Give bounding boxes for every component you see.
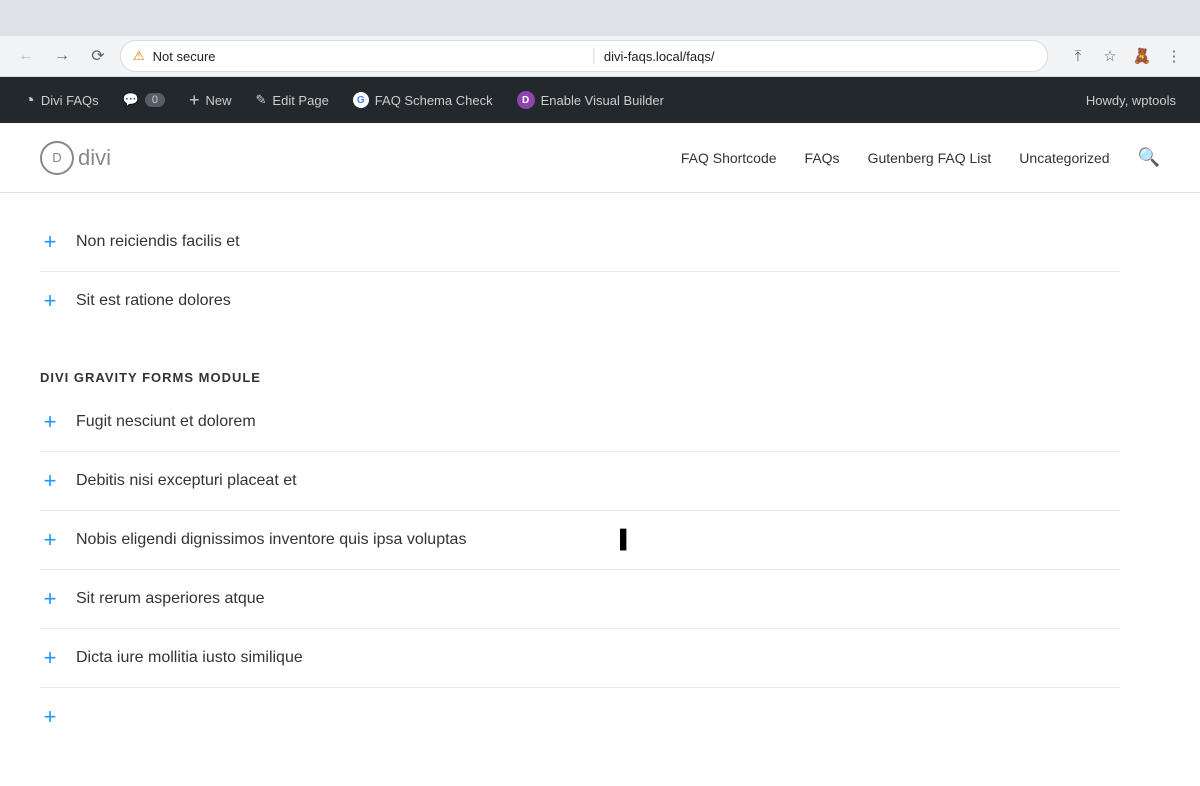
divi-icon: D: [517, 91, 535, 109]
expand-icon: +: [40, 470, 60, 492]
comments-icon: 💬: [123, 92, 139, 108]
plus-new-icon: +: [189, 90, 200, 111]
not-secure-label: Not secure: [153, 49, 584, 64]
url-display: divi-faqs.local/faqs/: [604, 49, 1035, 64]
top-faq-list: + Non reiciendis facilis et + Sit est ra…: [40, 213, 1120, 330]
edit-icon: ✎: [256, 92, 267, 108]
section-heading: DIVI GRAVITY FORMS MODULE: [40, 370, 1120, 385]
expand-icon: +: [40, 588, 60, 610]
admin-bar-faq-schema[interactable]: G FAQ Schema Check: [341, 77, 505, 123]
nav-faqs[interactable]: FAQs: [805, 150, 840, 166]
faq-item[interactable]: + Sit rerum asperiores atque: [40, 570, 1120, 629]
admin-bar-new[interactable]: + New: [177, 77, 244, 123]
tab-bar: [0, 0, 1200, 36]
security-icon: ⚠: [133, 48, 145, 64]
browser-controls: ← → ⟳ ⚠ Not secure | divi-faqs.local/faq…: [0, 36, 1200, 76]
search-button[interactable]: 🔍: [1138, 147, 1160, 168]
browser-chrome: ← → ⟳ ⚠ Not secure | divi-faqs.local/faq…: [0, 0, 1200, 77]
faq-item[interactable]: + Fugit nesciunt et dolorem: [40, 393, 1120, 452]
main-faq-list: + Fugit nesciunt et dolorem + Debitis ni…: [40, 393, 1120, 746]
faq-title: Dicta iure mollitia iusto similique: [76, 649, 303, 667]
nav-faq-shortcode[interactable]: FAQ Shortcode: [681, 150, 777, 166]
faq-item[interactable]: + Debitis nisi excepturi placeat et: [40, 452, 1120, 511]
wp-admin-bar: ◔ Divi FAQs 💬 0 + New ✎ Edit Page G FAQ …: [0, 77, 1200, 123]
faq-title: Nobis eligendi dignissimos inventore qui…: [76, 531, 466, 549]
reload-button[interactable]: ⟳: [84, 42, 112, 70]
expand-icon: +: [40, 706, 60, 728]
admin-bar-edit-page[interactable]: ✎ Edit Page: [244, 77, 341, 123]
bookmark-button[interactable]: ☆: [1096, 42, 1124, 70]
expand-icon: +: [40, 231, 60, 253]
faq-title: Sit est ratione dolores: [76, 292, 231, 310]
wordpress-icon: ◔: [24, 90, 35, 111]
faq-title: Debitis nisi excepturi placeat et: [76, 472, 297, 490]
logo-text: divi: [78, 145, 111, 171]
faq-title: Sit rerum asperiores atque: [76, 590, 265, 608]
menu-button[interactable]: ⋮: [1160, 42, 1188, 70]
admin-bar-site-name[interactable]: ◔ Divi FAQs: [12, 77, 111, 123]
faq-item[interactable]: + Dicta iure mollitia iusto similique: [40, 629, 1120, 688]
nav-uncategorized[interactable]: Uncategorized: [1019, 150, 1109, 166]
admin-bar-enable-vb[interactable]: D Enable Visual Builder: [505, 77, 676, 123]
faq-item-partial[interactable]: +: [40, 688, 1120, 746]
faq-title: Fugit nesciunt et dolorem: [76, 413, 256, 431]
expand-icon: +: [40, 290, 60, 312]
share-button[interactable]: ⤒: [1064, 42, 1092, 70]
expand-icon: +: [40, 411, 60, 433]
faq-item[interactable]: + Non reiciendis facilis et: [40, 213, 1120, 272]
back-button[interactable]: ←: [12, 42, 40, 70]
address-bar[interactable]: ⚠ Not secure | divi-faqs.local/faqs/: [120, 40, 1048, 72]
forward-button[interactable]: →: [48, 42, 76, 70]
site-logo[interactable]: D divi: [40, 141, 111, 175]
google-icon: G: [353, 92, 369, 108]
expand-icon: +: [40, 647, 60, 669]
main-content: + Non reiciendis facilis et + Sit est ra…: [0, 193, 1160, 786]
admin-bar-howdy: Howdy, wptools: [1074, 93, 1188, 108]
faq-item[interactable]: + Nobis eligendi dignissimos inventore q…: [40, 511, 1120, 570]
logo-circle-icon: D: [40, 141, 74, 175]
browser-actions: ⤒ ☆ 🧸 ⋮: [1064, 42, 1188, 70]
extensions-button[interactable]: 🧸: [1128, 42, 1156, 70]
cursor: ▌: [620, 529, 633, 550]
site-header: D divi FAQ Shortcode FAQs Gutenberg FAQ …: [0, 123, 1200, 193]
faq-item[interactable]: + Sit est ratione dolores: [40, 272, 1120, 330]
expand-icon: +: [40, 529, 60, 551]
admin-bar-comments[interactable]: 💬 0: [111, 77, 177, 123]
faq-title: Non reiciendis facilis et: [76, 233, 240, 251]
site-nav: FAQ Shortcode FAQs Gutenberg FAQ List Un…: [681, 147, 1160, 168]
nav-gutenberg-faq[interactable]: Gutenberg FAQ List: [868, 150, 992, 166]
